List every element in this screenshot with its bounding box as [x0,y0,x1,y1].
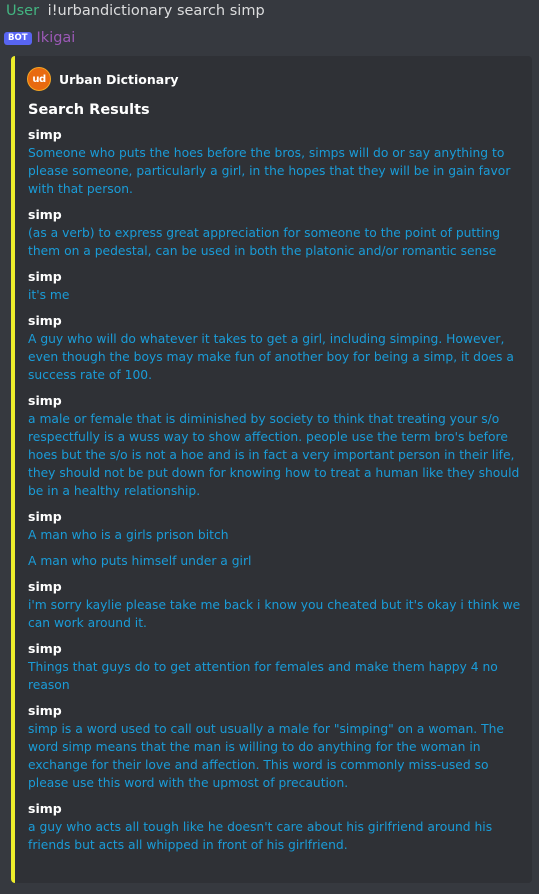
field-name: simp [28,207,62,222]
bot-header: BOT Ikigai [4,28,75,48]
field-name: simp [28,703,62,718]
embed-fields: simp Someone who puts the hoes before th… [28,126,524,862]
field-name: simp [28,313,62,328]
field-value: simp is a word used to call out usually … [28,722,504,790]
embed-field: simp a guy who acts all tough like he do… [28,800,524,854]
field-name: simp [28,127,62,142]
bot-tag-badge: BOT [4,31,32,45]
embed-field: simp simp is a word used to call out usu… [28,702,524,792]
field-value: Someone who puts the hoes before the bro… [28,146,511,196]
embed-author: ud Urban Dictionary [27,66,179,92]
embed-field: A man who puts himself under a girl [28,552,524,570]
field-value: Things that guys do to get attention for… [28,660,498,692]
bot-username[interactable]: Ikigai [37,30,76,46]
embed-field: simp it's me [28,268,524,304]
field-name: simp [28,393,62,408]
field-name: simp [28,269,62,284]
username[interactable]: User [6,3,39,19]
embed-field: simp a male or female that is diminished… [28,392,524,500]
field-value: a male or female that is diminished by s… [28,412,520,498]
embed-field: simp A guy who will do whatever it takes… [28,312,524,384]
field-value: it's me [28,288,70,302]
field-name: simp [28,641,62,656]
embed-card: ud Urban Dictionary Search Results simp … [11,56,532,883]
message-text: i!urbandictionary search simp [47,3,265,19]
field-name: simp [28,509,62,524]
field-value: A man who puts himself under a girl [28,554,252,568]
field-value: i'm sorry kaylie please take me back i k… [28,598,521,630]
field-value: A guy who will do whatever it takes to g… [28,332,514,382]
urban-dictionary-logo-icon: ud [27,67,51,91]
embed-title: Search Results [28,102,150,118]
embed-field: simp Someone who puts the hoes before th… [28,126,524,198]
embed-field: simp A man who is a girls prison bitch [28,508,524,544]
field-value: (as a verb) to express great appreciatio… [28,226,501,258]
field-value: a guy who acts all tough like he doesn't… [28,820,493,852]
embed-field: simp Things that guys do to get attentio… [28,640,524,694]
embed-field: simp i'm sorry kaylie please take me bac… [28,578,524,632]
embed-field: simp (as a verb) to express great apprec… [28,206,524,260]
field-name: simp [28,579,62,594]
field-value: A man who is a girls prison bitch [28,528,229,542]
field-name: simp [28,801,62,816]
embed-accent-bar [11,56,15,883]
logo-text: ud [32,73,46,85]
embed-author-name: Urban Dictionary [59,71,179,87]
message-header: User i!urbandictionary search simp [6,1,265,21]
